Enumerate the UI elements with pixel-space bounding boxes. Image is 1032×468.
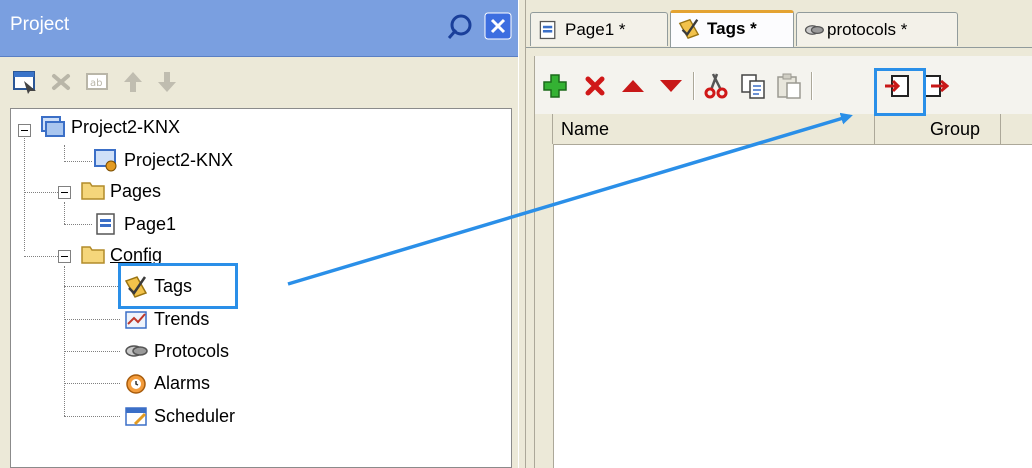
delete-icon[interactable]: [581, 72, 609, 100]
project-panel: Project ab Project2-KNX Project2-KNX Pag…: [0, 0, 518, 468]
tab-protocols[interactable]: protocols *: [796, 12, 958, 46]
column-header-name-label: Name: [561, 119, 610, 139]
tags-icon: [678, 18, 700, 40]
copy-icon[interactable]: [739, 72, 767, 100]
column-header-group-label: Group: [929, 119, 980, 139]
tab-tags-label: Tags *: [707, 19, 757, 38]
page-icon: [539, 20, 556, 40]
project-panel-header: Project: [0, 0, 518, 57]
delete-icon[interactable]: [48, 69, 74, 95]
tree-item-root[interactable]: Project2-KNX: [71, 117, 180, 138]
pages-expander[interactable]: [58, 186, 71, 199]
close-panel-icon[interactable]: [484, 12, 512, 40]
tree-item-project[interactable]: Project2-KNX: [124, 150, 233, 171]
tab-tags[interactable]: Tags *: [670, 10, 794, 48]
tab-page1-label: Page1 *: [565, 20, 626, 39]
toolbar-separator: [811, 72, 813, 100]
row-header-column: [535, 144, 554, 468]
tags-highlight-box: [118, 263, 238, 309]
add-icon[interactable]: [541, 72, 569, 100]
column-header-name[interactable]: Name: [553, 114, 875, 144]
tab-page1[interactable]: Page1 *: [530, 12, 668, 46]
toolbar-separator: [693, 72, 695, 100]
move-down-icon[interactable]: [154, 69, 180, 95]
rename-icon[interactable]: ab: [84, 69, 110, 95]
svg-text:ab: ab: [90, 78, 102, 89]
scheduler-icon: [125, 407, 147, 426]
protocols-icon: [125, 345, 148, 357]
column-header-group[interactable]: Group: [875, 114, 1001, 144]
tree-item-trends[interactable]: Trends: [154, 309, 209, 330]
root-expander[interactable]: [18, 124, 31, 137]
editor-area: Page1 * Tags * protocols * Name Group: [526, 0, 1032, 468]
project-icon: [41, 116, 65, 137]
move-up-icon[interactable]: [120, 69, 146, 95]
tags-grid[interactable]: Name Group: [534, 114, 1032, 468]
paste-icon[interactable]: [775, 72, 803, 100]
row-header-corner: [535, 114, 553, 144]
project-settings-icon: [94, 149, 117, 172]
cut-icon[interactable]: [701, 72, 729, 100]
properties-icon[interactable]: [12, 69, 38, 95]
tree-item-protocols[interactable]: Protocols: [154, 341, 229, 362]
tree-item-alarms[interactable]: Alarms: [154, 373, 210, 394]
import-highlight-box: [874, 68, 926, 116]
editor-tabs: Page1 * Tags * protocols *: [526, 0, 1032, 56]
panel-splitter[interactable]: [518, 0, 526, 468]
tab-protocols-label: protocols *: [827, 20, 908, 39]
project-toolbar: ab: [0, 57, 518, 107]
folder-icon: [81, 246, 105, 264]
project-panel-title: Project: [10, 14, 70, 35]
config-expander[interactable]: [58, 250, 71, 263]
trends-icon: [125, 311, 147, 329]
tree-item-page1[interactable]: Page1: [124, 214, 176, 235]
tree-item-pages[interactable]: Pages: [110, 181, 161, 202]
tree-item-scheduler[interactable]: Scheduler: [154, 406, 235, 427]
project-tree: Project2-KNX Project2-KNX Pages Page1 Co…: [10, 108, 512, 468]
page-icon: [96, 213, 115, 235]
move-down-icon[interactable]: [657, 72, 685, 100]
grid-header: Name Group: [535, 114, 1032, 145]
move-up-icon[interactable]: [619, 72, 647, 100]
alarms-icon: [126, 374, 146, 394]
folder-icon: [81, 182, 105, 200]
protocols-icon: [804, 25, 824, 35]
pin-icon[interactable]: [443, 12, 475, 42]
tags-toolbar: [534, 56, 1032, 114]
